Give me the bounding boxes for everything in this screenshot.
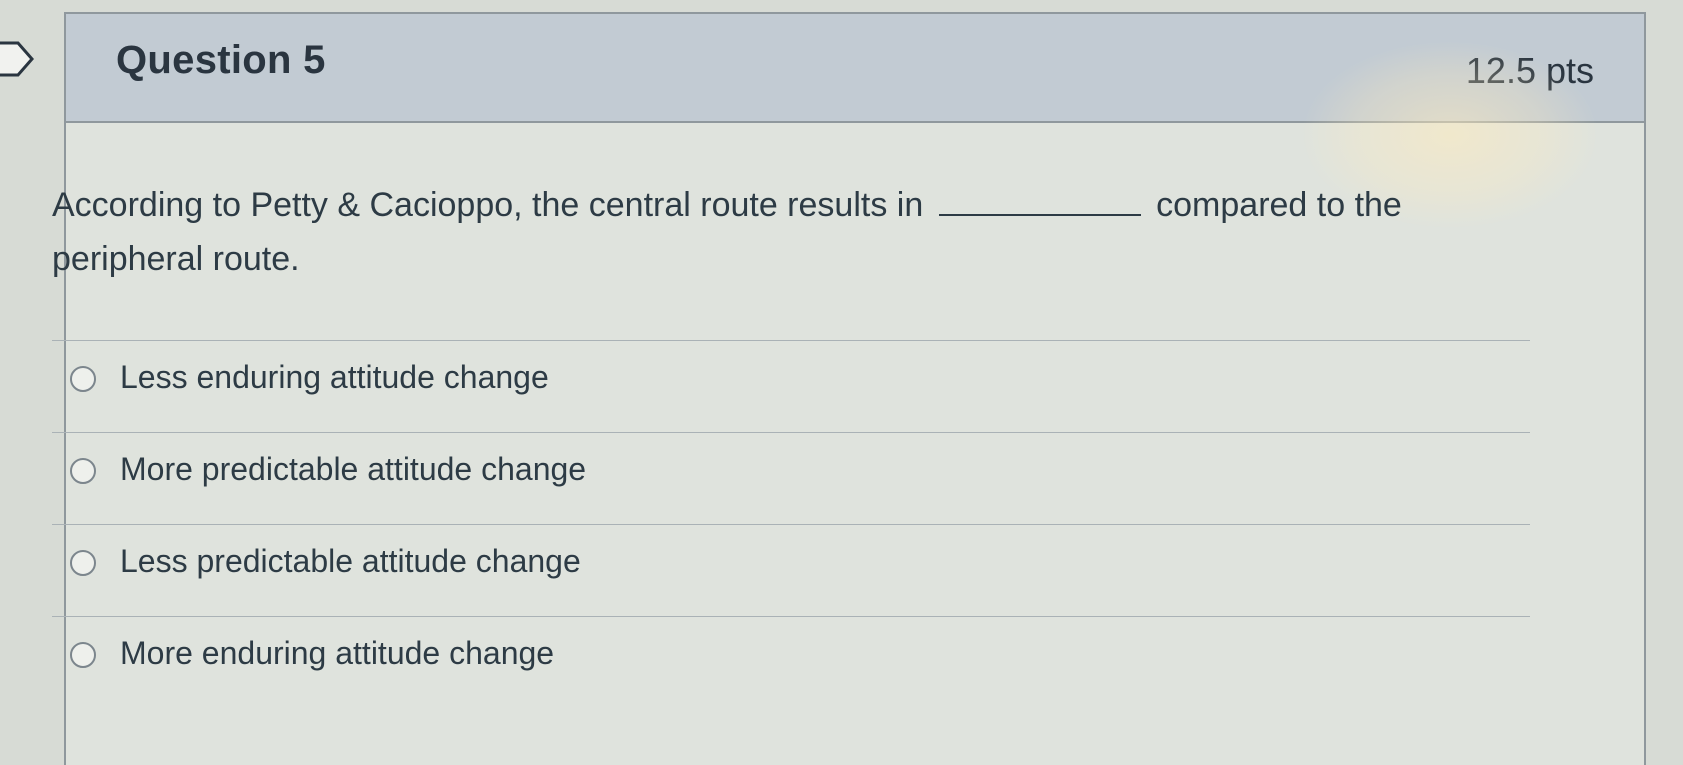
- question-header: Question 5 12.5 pts: [66, 14, 1644, 123]
- flag-question-icon[interactable]: [0, 40, 36, 78]
- quiz-page: Question 5 12.5 pts According to Petty &…: [0, 0, 1683, 765]
- radio-button-icon[interactable]: [70, 458, 96, 484]
- fill-in-blank: [938, 184, 1141, 216]
- answer-option[interactable]: More predictable attitude change: [52, 432, 1530, 524]
- answer-label[interactable]: More predictable attitude change: [120, 451, 586, 488]
- radio-button-icon[interactable]: [70, 642, 96, 668]
- question-title: Question 5: [116, 38, 326, 82]
- question-points: 12.5 pts: [1465, 50, 1594, 91]
- answer-option[interactable]: Less enduring attitude change: [52, 340, 1530, 432]
- question-text-before: According to Petty & Cacioppo, the centr…: [52, 186, 924, 224]
- answer-option[interactable]: Less predictable attitude change: [52, 524, 1530, 616]
- radio-button-icon[interactable]: [70, 366, 96, 392]
- answer-label[interactable]: Less enduring attitude change: [120, 359, 549, 396]
- answer-label[interactable]: More enduring attitude change: [120, 635, 554, 672]
- radio-button-icon[interactable]: [70, 550, 96, 576]
- question-text: According to Petty & Cacioppo, the centr…: [52, 178, 1492, 286]
- answer-list: Less enduring attitude change More predi…: [52, 340, 1530, 708]
- answer-label[interactable]: Less predictable attitude change: [120, 543, 581, 580]
- answer-option[interactable]: More enduring attitude change: [52, 616, 1530, 708]
